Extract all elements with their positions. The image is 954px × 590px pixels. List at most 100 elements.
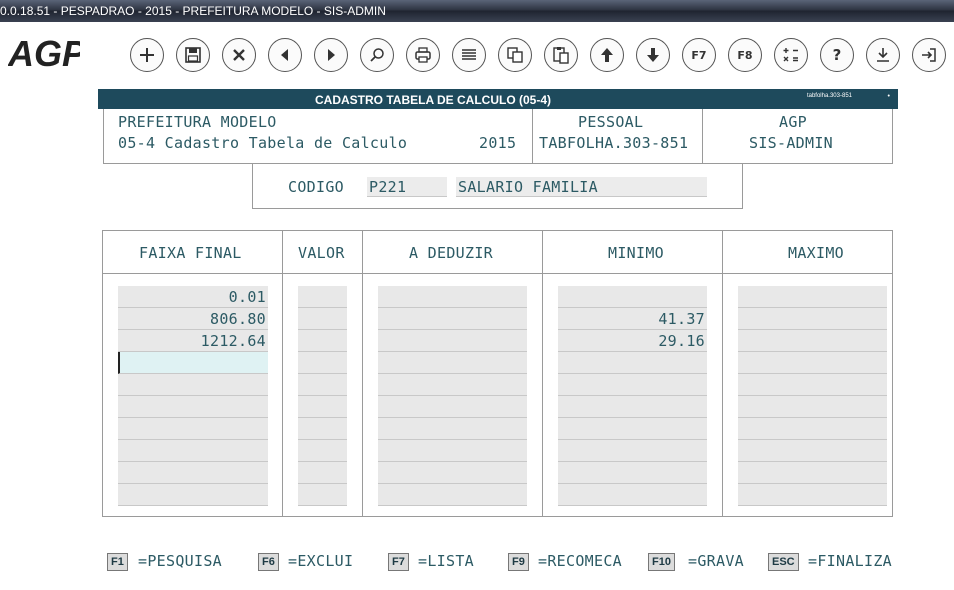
table-cell[interactable] (378, 352, 527, 374)
table-col-line-1 (282, 230, 283, 517)
table-cell[interactable] (738, 352, 887, 374)
table-col-line-5 (892, 230, 893, 517)
window-title-bar[interactable]: 0.0.18.51 - PESPADRAO - 2015 - PREFEITUR… (0, 0, 954, 22)
cancel-button[interactable] (222, 38, 256, 72)
table-cell[interactable] (378, 374, 527, 396)
table-cell[interactable] (738, 396, 887, 418)
module-value: TABFOLHA.303-851 (539, 134, 689, 152)
table-cell[interactable] (738, 462, 887, 484)
table-cell[interactable] (298, 352, 347, 374)
table-col-line-0 (102, 230, 103, 517)
codigo-input[interactable]: P221 (367, 177, 447, 197)
f7-key[interactable]: F7 (388, 553, 409, 571)
table-col-line-2 (362, 230, 363, 517)
f10-key[interactable]: F10 (648, 553, 675, 571)
table-cell[interactable] (118, 440, 268, 462)
esc-description: =FINALIZA (808, 552, 892, 570)
f1-key[interactable]: F1 (107, 553, 128, 571)
table-cell[interactable] (118, 396, 268, 418)
table-cell[interactable] (298, 484, 347, 506)
table-cell[interactable]: 1212.64 (118, 330, 268, 352)
download-icon (877, 48, 889, 62)
table-cell[interactable] (558, 286, 707, 308)
table-cell[interactable] (118, 352, 268, 374)
header-divider-2 (702, 109, 703, 164)
logo-text: AGP (8, 34, 80, 74)
table-cell[interactable] (118, 374, 268, 396)
form-title: CADASTRO TABELA DE CALCULO (05-4) (315, 93, 551, 107)
exit-button[interactable] (912, 38, 946, 72)
table-cell[interactable] (738, 418, 887, 440)
save-button[interactable] (176, 38, 210, 72)
move-up-button[interactable] (590, 38, 624, 72)
search-button[interactable] (360, 38, 394, 72)
f10-description: =GRAVA (688, 552, 744, 570)
table-cell[interactable] (378, 330, 527, 352)
table-cell[interactable] (558, 440, 707, 462)
help-button[interactable]: ? (820, 38, 854, 72)
list-button[interactable] (452, 38, 486, 72)
f8-button[interactable]: F8 (728, 38, 762, 72)
table-header-border (102, 273, 893, 274)
f9-description: =RECOMECA (538, 552, 622, 570)
table-cell[interactable]: 41.37 (558, 308, 707, 330)
print-button[interactable] (406, 38, 440, 72)
table-cell[interactable] (558, 484, 707, 506)
org-name: PREFEITURA MODELO (118, 113, 277, 131)
move-down-button[interactable] (636, 38, 670, 72)
table-cell[interactable] (378, 418, 527, 440)
table-cell[interactable]: 806.80 (118, 308, 268, 330)
exit-icon (922, 48, 936, 62)
table-cell[interactable] (378, 286, 527, 308)
table-cell[interactable] (738, 484, 887, 506)
add-button[interactable] (130, 38, 164, 72)
form-code: tabfolha.303-851 (806, 93, 852, 99)
f6-key[interactable]: F6 (258, 553, 279, 571)
table-cell[interactable] (378, 308, 527, 330)
f7-button[interactable]: F7 (682, 38, 716, 72)
column-header-valor: VALOR (298, 244, 345, 262)
table-cell[interactable] (298, 440, 347, 462)
table-cell[interactable] (558, 352, 707, 374)
table-cell[interactable] (118, 418, 268, 440)
table-cell[interactable] (298, 396, 347, 418)
table-cell[interactable] (298, 330, 347, 352)
table-cell[interactable] (738, 440, 887, 462)
triangle-right-icon (328, 49, 335, 61)
table-cell[interactable] (118, 462, 268, 484)
table-cell[interactable] (558, 462, 707, 484)
table-cell[interactable] (298, 286, 347, 308)
f1-description: =PESQUISA (138, 552, 222, 570)
table-cell[interactable] (378, 462, 527, 484)
table-cell[interactable] (378, 440, 527, 462)
copy-button[interactable] (498, 38, 532, 72)
calculator-button[interactable] (774, 38, 808, 72)
table-cell[interactable] (298, 418, 347, 440)
next-button[interactable] (314, 38, 348, 72)
table-cell[interactable] (738, 308, 887, 330)
table-cell[interactable] (738, 374, 887, 396)
table-cell[interactable] (378, 484, 527, 506)
table-col-line-4 (722, 230, 723, 517)
download-button[interactable] (866, 38, 900, 72)
table-cell[interactable]: 0.01 (118, 286, 268, 308)
esc-key[interactable]: ESC (768, 553, 799, 571)
table-cell[interactable] (738, 286, 887, 308)
table-cell[interactable] (118, 484, 268, 506)
table-cell[interactable] (558, 418, 707, 440)
table-cell[interactable] (298, 374, 347, 396)
table-cell[interactable] (558, 396, 707, 418)
table-cell[interactable] (298, 462, 347, 484)
screen-name: 05-4 Cadastro Tabela de Calculo (118, 134, 408, 152)
paste-button[interactable] (544, 38, 578, 72)
form-header-bar: CADASTRO TABELA DE CALCULO (05-4) tabfol… (98, 89, 898, 109)
table-cell[interactable] (558, 374, 707, 396)
table-cell[interactable] (378, 396, 527, 418)
f9-key[interactable]: F9 (508, 553, 529, 571)
f7-description: =LISTA (418, 552, 474, 570)
table-cell[interactable] (738, 330, 887, 352)
descricao-input[interactable]: SALARIO FAMILIA (456, 177, 707, 197)
table-cell[interactable]: 29.16 (558, 330, 707, 352)
previous-button[interactable] (268, 38, 302, 72)
table-cell[interactable] (298, 308, 347, 330)
